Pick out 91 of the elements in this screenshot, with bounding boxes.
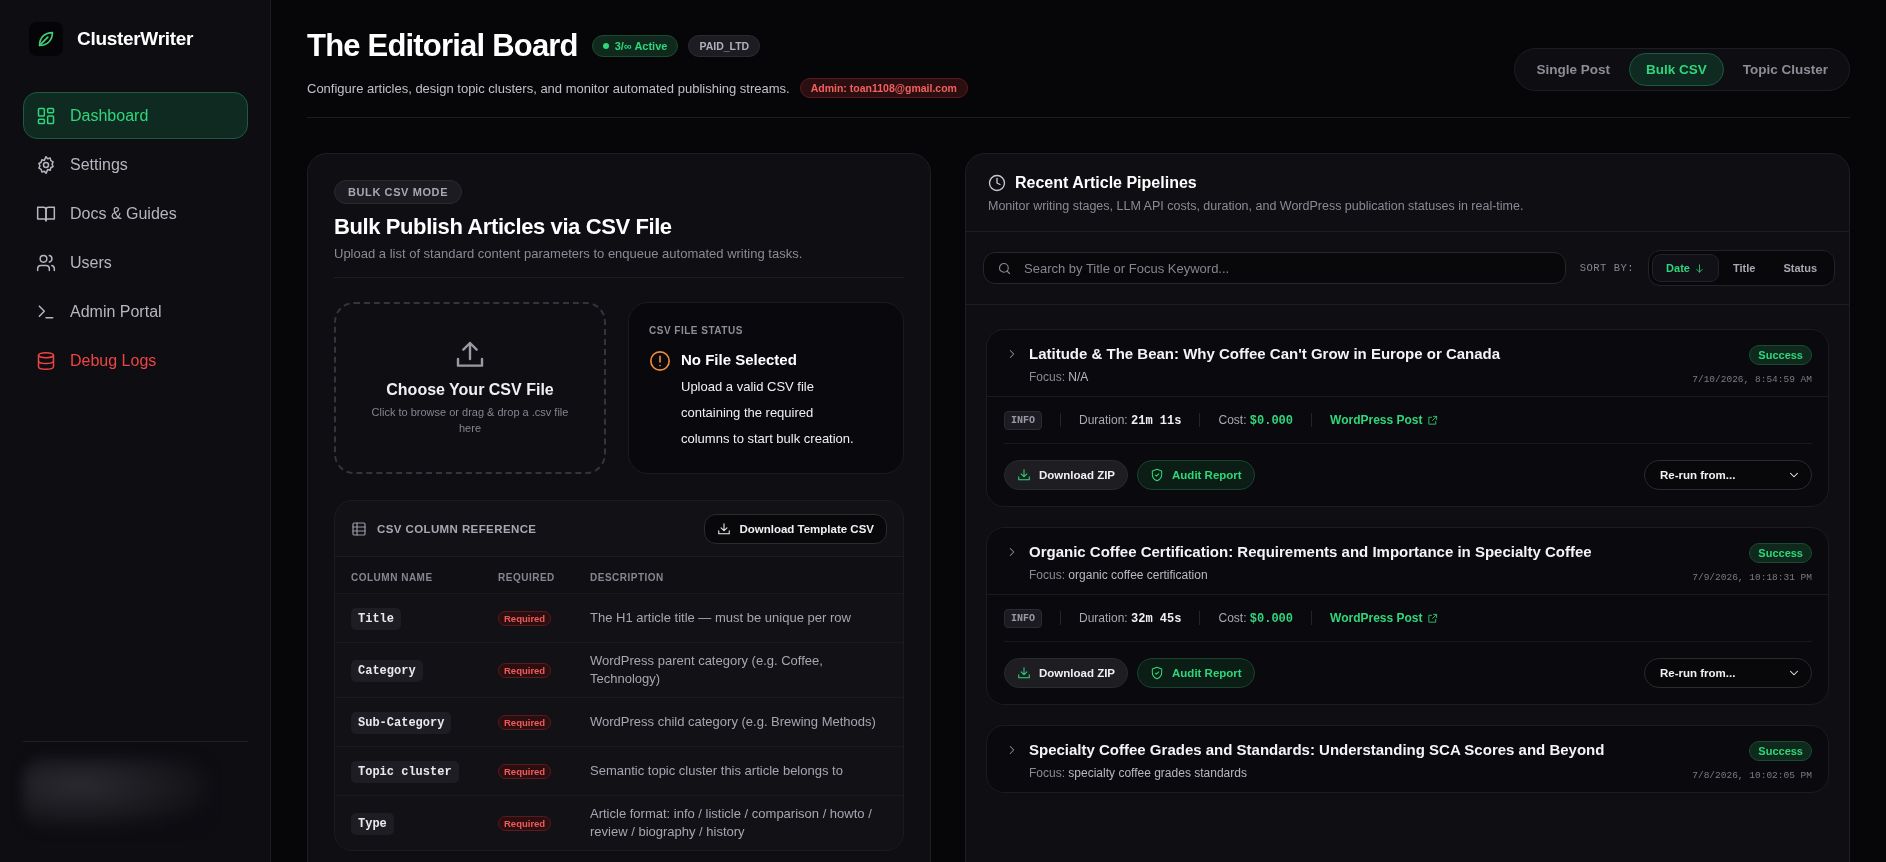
timestamp: 7/8/2026, 10:02:05 PM: [1692, 770, 1812, 781]
sidebar-item[interactable]: Admin Portal: [23, 288, 248, 335]
database-icon: [36, 350, 56, 371]
sort-label: SORT BY:: [1579, 262, 1635, 274]
panel-subtitle: Monitor writing stages, LLM API costs, duration, and WordPress publication statuses in real-time.: [988, 199, 1525, 213]
page-subtitle: Configure articles, design topic clusters, and monitor automated publishing streams.: [307, 80, 790, 96]
log-level-badge: INFO: [1004, 410, 1042, 430]
arrow-down-icon: [1693, 262, 1705, 274]
status-badge: Success: [1749, 543, 1812, 563]
download-zip-button[interactable]: Download ZIP: [1004, 460, 1129, 490]
logo-icon: [29, 22, 63, 56]
status-badge: Success: [1749, 741, 1812, 761]
sidebar-item[interactable]: Dashboard: [23, 92, 248, 139]
sidebar-item[interactable]: Debug Logs: [23, 337, 248, 384]
cost-text: Cost: $0.000: [1218, 412, 1294, 428]
column-description: Article format: info / listicle / comparison / howto / review / biography / history: [590, 806, 872, 839]
sort-option[interactable]: Date: [1652, 254, 1719, 282]
dropzone-title: Choose Your CSV File: [386, 381, 554, 400]
required-badge: Required: [498, 714, 552, 730]
brand-name: ClusterWriter: [77, 28, 194, 50]
download-zip-button[interactable]: Download ZIP: [1004, 658, 1129, 688]
wordpress-post-link[interactable]: WordPress Post: [1330, 413, 1438, 427]
audit-report-button[interactable]: Audit Report: [1137, 658, 1255, 688]
users-icon: [36, 252, 56, 273]
focus-keyword: Focus: specialty coffee grades standards: [1029, 766, 1248, 780]
mode-tab[interactable]: Topic Cluster: [1725, 53, 1845, 86]
download-template-button[interactable]: Download Template CSV: [704, 514, 887, 544]
panel-title: Recent Article Pipelines: [1015, 174, 1197, 192]
required-badge: Required: [498, 662, 552, 678]
sort-option[interactable]: Title: [1718, 254, 1770, 282]
column-name-chip: Sub-Category: [351, 711, 452, 734]
table-icon: [351, 521, 367, 537]
sidebar-item[interactable]: Users: [23, 239, 248, 286]
sidebar-item[interactable]: Docs & Guides: [23, 190, 248, 237]
badge-label: 3/∞ Active: [614, 40, 668, 52]
required-badge: Required: [498, 610, 552, 626]
settings-icon: [36, 154, 56, 175]
admin-badge: Admin: toan1108@gmail.com: [799, 78, 968, 98]
column-name-chip: Type: [351, 812, 394, 835]
log-level-badge: INFO: [1004, 608, 1042, 628]
mode-tab[interactable]: Bulk CSV: [1628, 53, 1724, 86]
search-field[interactable]: Search by Title or Focus Keyword...: [983, 252, 1566, 284]
required-badge: Required: [498, 763, 552, 779]
status-badge: Success: [1749, 345, 1812, 365]
column-description: The H1 article title — must be unique per row: [590, 610, 851, 625]
pipeline-title: Latitude & The Bean: Why Coffee Can't Grow in Europe or Canada: [1029, 345, 1502, 362]
timestamp: 7/10/2026, 8:54:59 AM: [1692, 374, 1812, 385]
focus-keyword: Focus: N/A: [1029, 370, 1090, 384]
panel-subtitle: Upload a list of standard content parameters to enqueue automated writing tasks.: [334, 246, 904, 278]
reference-title: CSV COLUMN REFERENCE: [377, 523, 537, 535]
file-dropzone[interactable]: Choose Your CSV File Click to browse or drag & drop a .csv file here: [334, 302, 606, 474]
dropzone-hint: Click to browse or drag & drop a .csv file here: [370, 405, 570, 436]
page-title: The Editorial Board: [307, 28, 578, 64]
external-link-icon: [1426, 414, 1438, 426]
duration-text: Duration: 21m 11s: [1079, 412, 1182, 428]
audit-report-button[interactable]: Audit Report: [1137, 460, 1255, 490]
panel-title: Bulk Publish Articles via CSV File: [334, 214, 673, 240]
warning-icon: [649, 350, 671, 372]
status-label: CSV FILE STATUS: [649, 325, 744, 336]
rerun-dropdown[interactable]: Re-run from...: [1644, 658, 1812, 688]
pipeline-title: Specialty Coffee Grades and Standards: Understanding SCA Scores and Beyond: [1029, 741, 1606, 758]
column-name-chip: Topic cluster: [351, 760, 459, 783]
mode-badge: BULK CSV MODE: [334, 180, 463, 204]
status-message: Upload a valid CSV file containing the required columns to start bulk creation.: [681, 378, 855, 448]
rerun-dropdown[interactable]: Re-run from...: [1644, 460, 1812, 490]
status-title: No File Selected: [681, 351, 798, 368]
wordpress-post-link[interactable]: WordPress Post: [1330, 611, 1438, 625]
column-description: WordPress parent category (e.g. Coffee, Technology): [590, 653, 823, 686]
shield-check-icon: [1150, 666, 1165, 680]
column-description: WordPress child category (e.g. Brewing Methods): [590, 714, 876, 729]
cost-text: Cost: $0.000: [1218, 610, 1294, 626]
download-icon: [1017, 666, 1031, 680]
sort-option[interactable]: Status: [1769, 254, 1831, 282]
pipeline-title: Organic Coffee Certification: Requirements and Importance in Specialty Coffee: [1029, 543, 1593, 560]
clock-icon: [988, 174, 1006, 192]
timestamp: 7/9/2026, 10:18:31 PM: [1692, 572, 1812, 583]
focus-keyword: Focus: organic coffee certification: [1029, 568, 1209, 582]
column-description: Semantic topic cluster this article belongs to: [590, 763, 843, 778]
external-link-icon: [1426, 612, 1438, 624]
shield-check-icon: [1150, 468, 1165, 482]
column-name-chip: Category: [351, 659, 423, 682]
sidebar-item[interactable]: Settings: [23, 141, 248, 188]
duration-text: Duration: 32m 45s: [1079, 610, 1182, 626]
download-icon: [1017, 468, 1031, 482]
required-badge: Required: [498, 815, 552, 831]
plan-badge: PAID_LTD: [688, 35, 761, 57]
column-name-chip: Title: [351, 607, 401, 630]
dashboard-icon: [36, 105, 56, 126]
status-dot-icon: [602, 43, 609, 49]
mode-tab[interactable]: Single Post: [1519, 53, 1627, 86]
download-icon: [717, 522, 732, 536]
